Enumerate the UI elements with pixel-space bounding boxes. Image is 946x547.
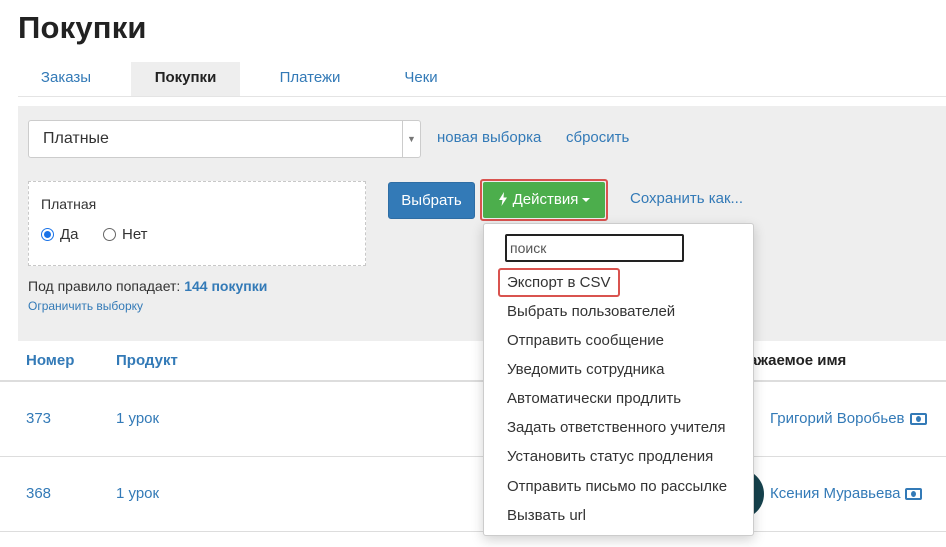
row-number[interactable]: 373 [26, 410, 51, 427]
menu-item-notify-employee[interactable]: Уведомить сотрудника [507, 361, 665, 378]
rule-count: Под правило попадает: 144 покупки [28, 278, 267, 294]
menu-item-assign-teacher[interactable]: Задать ответственного учителя [507, 419, 725, 436]
radio-no[interactable]: Нет [103, 226, 148, 243]
tab-receipts[interactable]: Чеки [378, 62, 464, 96]
new-selection-link[interactable]: новая выборка [437, 129, 541, 146]
select-button[interactable]: Выбрать [388, 182, 475, 219]
segment-select-value: Платные [43, 130, 109, 147]
menu-item-send-message[interactable]: Отправить сообщение [507, 332, 664, 349]
actions-dropdown: Экспорт в CSV Выбрать пользователей Отпр… [483, 223, 754, 536]
menu-item-send-mailing[interactable]: Отправить письмо по рассылке [507, 478, 727, 495]
column-product[interactable]: Продукт [116, 352, 178, 369]
menu-item-export-csv[interactable]: Экспорт в CSV [507, 274, 611, 291]
table-row: 368 1 урок Ксения Муравьева [0, 457, 946, 532]
card-icon [909, 412, 927, 425]
card-icon [905, 487, 923, 500]
chevron-down-icon: ▼ [402, 121, 420, 157]
page-title: Покупки [18, 10, 147, 45]
radio-checked-icon [41, 228, 54, 241]
row-customer[interactable]: Григорий Воробьев [770, 410, 927, 427]
dropdown-search-input[interactable] [505, 234, 684, 262]
filter-panel: Платные ▼ новая выборка сбросить Платная… [18, 106, 946, 341]
rule-label: Платная [41, 196, 97, 212]
rule-count-prefix: Под правило попадает: [28, 278, 181, 294]
reset-link[interactable]: сбросить [566, 129, 629, 146]
radio-yes[interactable]: Да [41, 226, 79, 243]
lightning-bolt-icon [498, 192, 507, 206]
actions-button-label: Действия [512, 191, 579, 208]
rule-paid-box: Платная Да Нет [28, 181, 366, 266]
radio-yes-label: Да [60, 226, 79, 243]
tab-payments[interactable]: Платежи [258, 62, 362, 96]
row-number[interactable]: 368 [26, 485, 51, 502]
radio-unchecked-icon [103, 228, 116, 241]
tabs-bar: Заказы Покупки Платежи Чеки [18, 62, 946, 97]
row-customer[interactable]: Ксения Муравьева [770, 485, 923, 502]
table-row: 373 1 урок Григорий Воробьев [0, 382, 946, 457]
menu-item-call-url[interactable]: Вызвать url [507, 507, 586, 524]
rule-count-value: 144 покупки [184, 278, 268, 294]
row-customer-name: Григорий Воробьев [770, 410, 905, 427]
menu-item-auto-renew[interactable]: Автоматически продлить [507, 390, 681, 407]
row-customer-name: Ксения Муравьева [770, 485, 901, 502]
row-product[interactable]: 1 урок [116, 410, 159, 427]
table-header: Номер Продукт важаемое имя [0, 341, 946, 382]
menu-item-select-users[interactable]: Выбрать пользователей [507, 303, 675, 320]
tab-purchases[interactable]: Покупки [131, 62, 240, 96]
column-number[interactable]: Номер [26, 352, 74, 369]
row-product[interactable]: 1 урок [116, 485, 159, 502]
tab-orders[interactable]: Заказы [18, 62, 114, 96]
segment-select[interactable]: Платные ▼ [28, 120, 421, 158]
menu-item-set-renewal-status[interactable]: Установить статус продления [507, 448, 713, 465]
actions-button[interactable]: Действия [483, 182, 605, 218]
column-name: важаемое имя [740, 352, 847, 369]
limit-selection-link[interactable]: Ограничить выборку [28, 299, 143, 313]
save-as-link[interactable]: Сохранить как... [630, 190, 743, 207]
caret-down-icon [582, 198, 591, 203]
radio-no-label: Нет [122, 226, 148, 243]
